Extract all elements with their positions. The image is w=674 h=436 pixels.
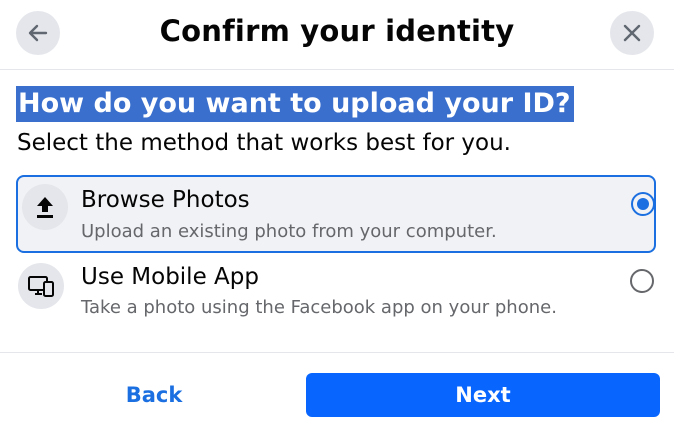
subtitle-text: Select the method that works best for yo… bbox=[17, 130, 511, 156]
close-icon bbox=[623, 24, 641, 42]
radio-unselected[interactable] bbox=[630, 269, 654, 293]
devices-icon bbox=[28, 276, 54, 297]
devices-icon-circle bbox=[18, 263, 64, 309]
option-description: Take a photo using the Facebook app on y… bbox=[81, 297, 557, 318]
close-button[interactable] bbox=[610, 11, 654, 55]
next-button[interactable]: Next bbox=[306, 373, 660, 417]
option-title: Use Mobile App bbox=[81, 264, 259, 290]
option-use-mobile-app[interactable]: Use Mobile App Take a photo using the Fa… bbox=[16, 254, 656, 332]
option-title: Browse Photos bbox=[81, 187, 250, 213]
dialog-title: Confirm your identity bbox=[159, 14, 515, 48]
option-description: Upload an existing photo from your compu… bbox=[81, 221, 497, 242]
option-browse-photos[interactable]: Browse Photos Upload an existing photo f… bbox=[16, 175, 656, 253]
upload-icon bbox=[37, 197, 53, 218]
radio-dot bbox=[637, 198, 649, 210]
upload-icon-circle bbox=[22, 184, 68, 230]
footer-divider bbox=[0, 352, 674, 353]
question-heading: How do you want to upload your ID? bbox=[16, 86, 574, 122]
dialog-header: Confirm your identity bbox=[0, 0, 674, 70]
back-button[interactable]: Back bbox=[16, 373, 292, 417]
radio-selected[interactable] bbox=[631, 192, 655, 216]
